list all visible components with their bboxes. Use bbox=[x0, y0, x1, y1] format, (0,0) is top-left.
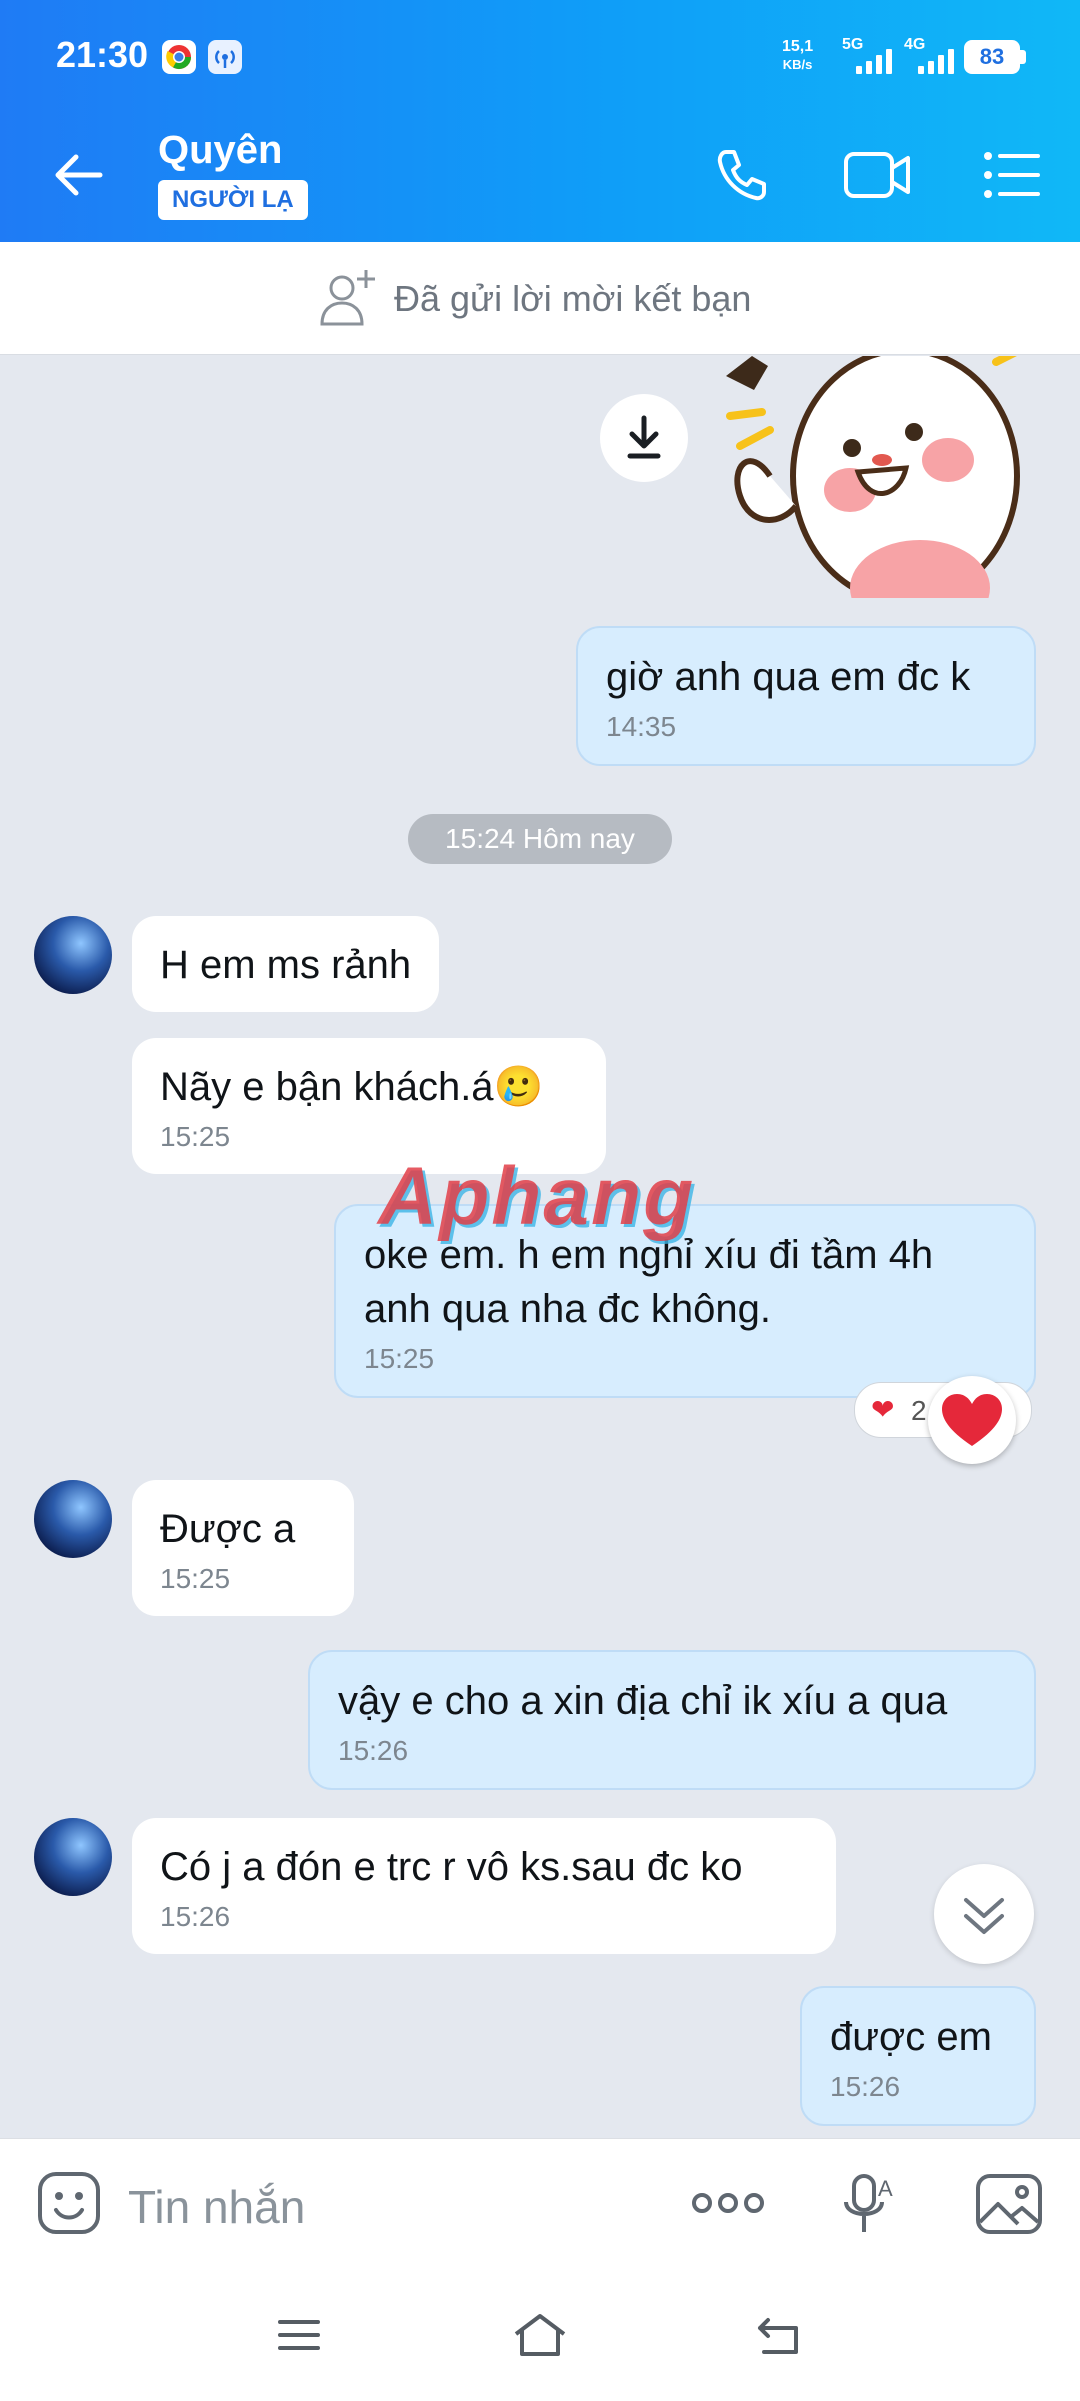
voice-to-text-icon[interactable]: A bbox=[844, 2172, 896, 2238]
message-text-line: anh qua nha đc không. bbox=[364, 1287, 772, 1331]
back-nav-icon[interactable] bbox=[756, 2316, 804, 2356]
back-arrow-icon[interactable] bbox=[48, 150, 108, 200]
recent-apps-icon[interactable] bbox=[276, 2318, 322, 2352]
message-time: 15:26 bbox=[338, 1735, 409, 1766]
add-friend-icon bbox=[316, 266, 380, 328]
message-time: 15:25 bbox=[160, 1563, 231, 1594]
message-text: giờ anh qua em đc k bbox=[606, 655, 971, 699]
message-text: Được a bbox=[160, 1507, 296, 1551]
stranger-badge: NGƯỜI LẠ bbox=[158, 180, 308, 220]
message-text: vậy e cho a xin địa chỉ ik xíu a qua bbox=[338, 1679, 948, 1723]
message-input[interactable]: Tin nhắn bbox=[128, 2180, 305, 2234]
contact-name[interactable]: Quyên bbox=[158, 128, 282, 173]
scroll-down-button[interactable] bbox=[934, 1864, 1034, 1964]
hotspot-icon bbox=[208, 40, 242, 74]
message-time: 15:26 bbox=[830, 2071, 901, 2102]
download-icon[interactable] bbox=[600, 394, 688, 482]
outgoing-message[interactable]: vậy e cho a xin địa chỉ ik xíu a qua 15:… bbox=[308, 1650, 1036, 1790]
message-time: 15:25 bbox=[160, 1121, 231, 1152]
message-text: H em ms rảnh bbox=[160, 943, 412, 987]
battery-indicator: 83 bbox=[964, 40, 1020, 74]
sticker-image[interactable] bbox=[700, 356, 1040, 598]
phone-call-icon[interactable] bbox=[712, 144, 772, 204]
image-gallery-icon[interactable] bbox=[974, 2172, 1044, 2236]
network-speed: 15,1 KB/s bbox=[782, 38, 814, 72]
message-text: Nãy e bận khách.á🥲 bbox=[160, 1065, 544, 1109]
chevron-double-down-icon bbox=[964, 1898, 1004, 1934]
message-time: 14:35 bbox=[606, 711, 677, 742]
avatar[interactable] bbox=[34, 1818, 112, 1896]
outgoing-message[interactable]: giờ anh qua em đc k 14:35 bbox=[576, 626, 1036, 766]
incoming-message[interactable]: H em ms rảnh bbox=[132, 916, 440, 1012]
composer-bar bbox=[0, 2138, 1080, 2401]
emoji-icon[interactable] bbox=[36, 2170, 102, 2236]
message-time: 15:25 bbox=[364, 1343, 435, 1374]
friend-request-text: Đã gửi lời mời kết bạn bbox=[394, 278, 752, 319]
reaction-count: 2 bbox=[911, 1395, 927, 1426]
message-time: 15:26 bbox=[160, 1901, 231, 1932]
react-heart-button[interactable] bbox=[928, 1376, 1016, 1464]
svg-text:A: A bbox=[878, 2176, 893, 2201]
signal-4g-icon bbox=[918, 48, 954, 74]
home-icon[interactable] bbox=[512, 2312, 568, 2358]
avatar[interactable] bbox=[34, 916, 112, 994]
watermark: Aphang bbox=[378, 1151, 696, 1242]
signal-5g-icon bbox=[856, 48, 892, 74]
outgoing-message[interactable]: được em 15:26 bbox=[800, 1986, 1036, 2126]
avatar[interactable] bbox=[34, 1480, 112, 1558]
heart-icon: ❤ bbox=[871, 1394, 895, 1425]
more-options-icon[interactable] bbox=[690, 2186, 766, 2220]
incoming-message[interactable]: Có j a đón e trc r vô ks.sau đc ko 15:26 bbox=[132, 1818, 836, 1954]
menu-list-icon[interactable] bbox=[982, 150, 1042, 200]
chat-header: 21:30 15,1 KB/s 5G 4G 83 Quyên NGƯỜI LẠ bbox=[0, 0, 1080, 242]
video-call-icon[interactable] bbox=[842, 148, 914, 202]
status-time: 21:30 bbox=[56, 34, 149, 75]
chrome-icon bbox=[162, 40, 196, 74]
battery-tip bbox=[1020, 50, 1026, 64]
message-text: Có j a đón e trc r vô ks.sau đc ko bbox=[160, 1845, 743, 1889]
message-text: được em bbox=[830, 2015, 992, 2059]
incoming-message[interactable]: Được a 15:25 bbox=[132, 1480, 354, 1616]
date-divider: 15:24 Hôm nay bbox=[408, 814, 672, 864]
